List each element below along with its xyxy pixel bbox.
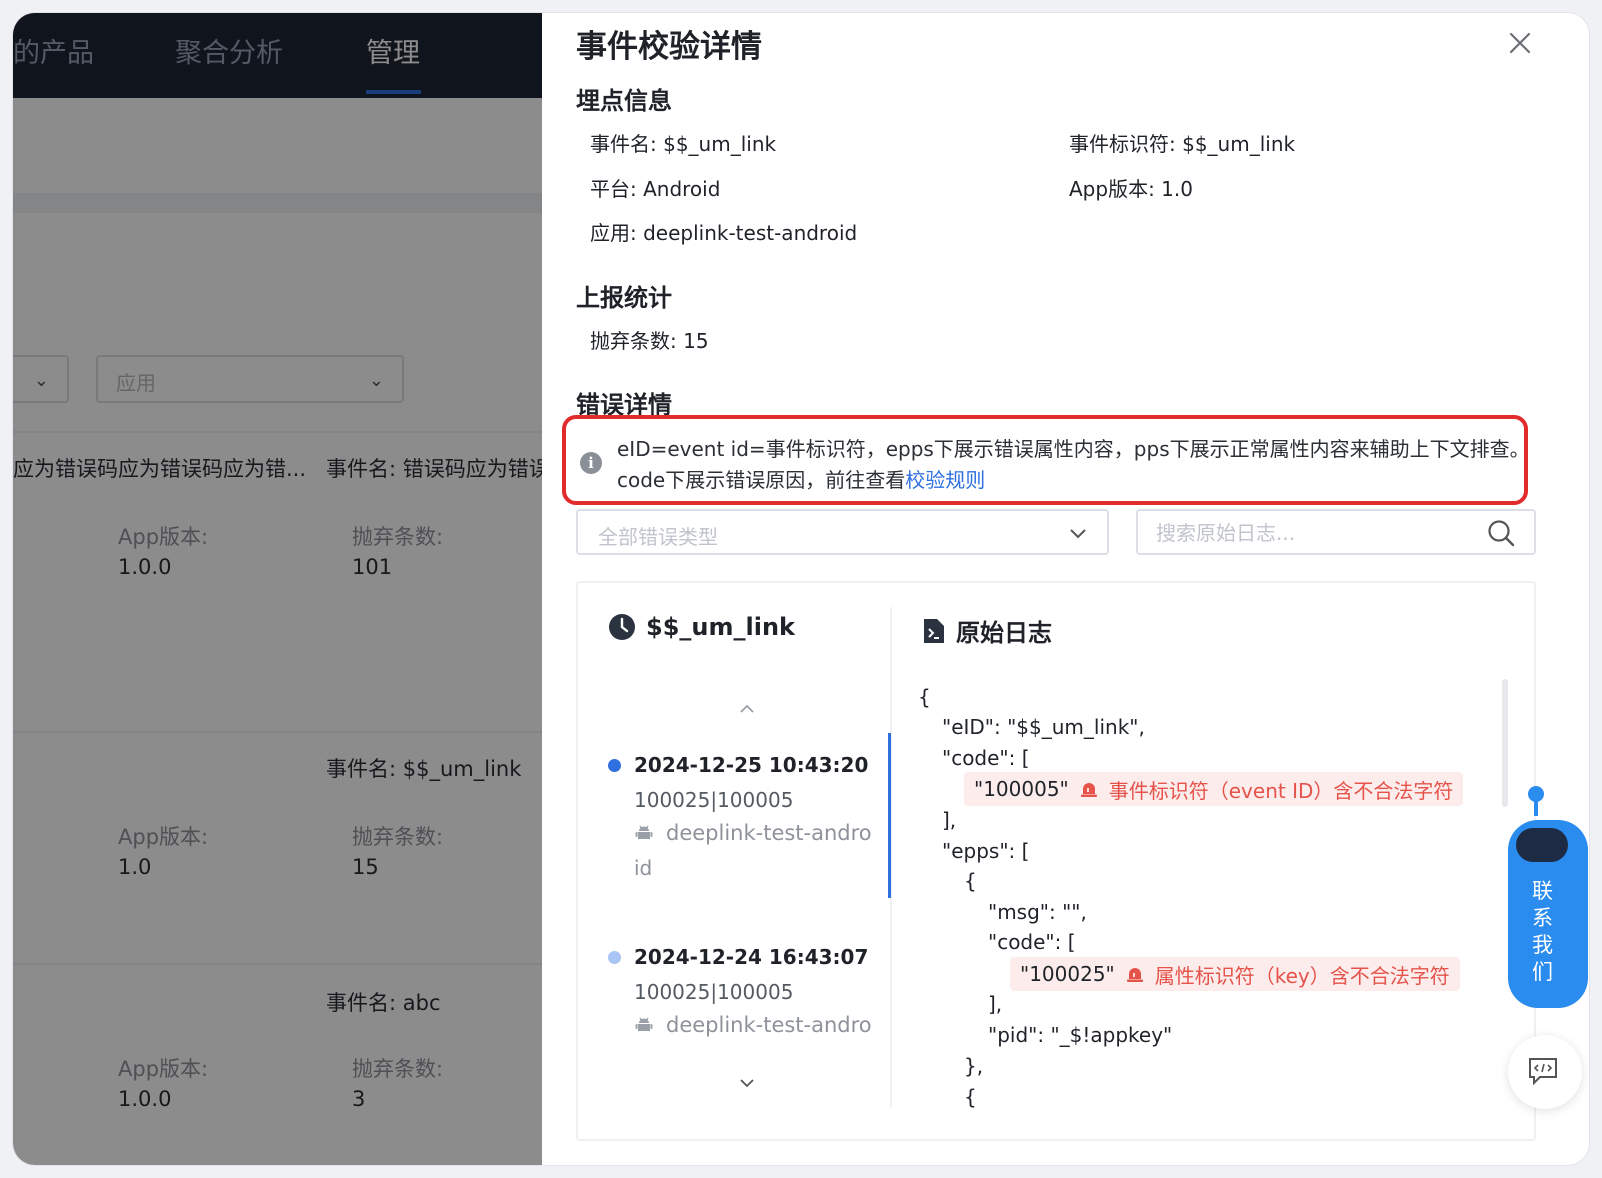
log-line: }, bbox=[964, 1054, 984, 1078]
log-line: { bbox=[964, 869, 977, 893]
chevron-down-icon bbox=[1069, 520, 1087, 545]
error-type-placeholder: 全部错误类型 bbox=[598, 525, 718, 549]
alarm-icon bbox=[1126, 968, 1143, 982]
log-line: ], bbox=[942, 808, 957, 832]
error-code-value: "100005" bbox=[974, 777, 1069, 801]
error-info-alert: i eID=event id=事件标识符，epps下展示错误属性内容，pps下展… bbox=[562, 415, 1530, 505]
contact-us-label: 联系我们 bbox=[1532, 879, 1553, 984]
error-code-value: "100025" bbox=[1020, 962, 1115, 986]
log-line: "eID": "$$_um_link", bbox=[942, 715, 1145, 739]
close-icon bbox=[1509, 32, 1531, 54]
android-icon bbox=[635, 1017, 653, 1031]
log-line: "msg": "", bbox=[988, 900, 1087, 924]
event-detail-drawer: 事件校验详情 埋点信息 事件名: $$_um_link 事件标识符: $$_um… bbox=[542, 13, 1589, 1165]
error-type-select[interactable]: 全部错误类型 bbox=[576, 509, 1109, 555]
log-panel-title: 原始日志 bbox=[956, 619, 1052, 647]
log-panel-header: 原始日志 bbox=[922, 613, 1052, 648]
log-line: "code": [ bbox=[988, 930, 1076, 954]
scroll-down-button[interactable] bbox=[739, 1069, 755, 1093]
active-event-indicator bbox=[888, 733, 891, 898]
event-app-name: deeplink-test-andro bbox=[666, 1013, 872, 1037]
info-icon: i bbox=[580, 452, 602, 474]
log-line: "pid": "_$!appkey" bbox=[988, 1023, 1173, 1047]
robot-icon bbox=[1516, 828, 1568, 862]
log-line: { bbox=[918, 685, 931, 709]
alarm-icon bbox=[1080, 783, 1097, 797]
alert-line-1: eID=event id=事件标识符，epps下展示错误属性内容，pps下展示正… bbox=[617, 437, 1530, 461]
validation-rules-link[interactable]: 校验规则 bbox=[905, 468, 985, 492]
drawer-title: 事件校验详情 bbox=[576, 29, 762, 65]
log-error-highlight: "100005" 事件标识符（event ID）含不合法字符 bbox=[964, 772, 1464, 806]
info-event-id: 事件标识符: $$_um_link bbox=[1069, 132, 1296, 156]
close-button[interactable] bbox=[1502, 25, 1538, 61]
log-error-highlight: "100025" 属性标识符（key）含不合法字符 bbox=[1010, 957, 1460, 991]
log-search-input[interactable] bbox=[1156, 519, 1476, 547]
event-app-name-wrap: id bbox=[634, 856, 653, 880]
log-panel: $$_um_link 2024-12-25 10:43:20 100025|10… bbox=[576, 581, 1536, 1141]
scroll-up-button[interactable] bbox=[739, 695, 755, 719]
error-message: 属性标识符（key）含不合法字符 bbox=[1154, 963, 1450, 988]
info-app-version: App版本: 1.0 bbox=[1069, 177, 1193, 201]
code-chat-icon bbox=[1529, 1058, 1557, 1085]
event-dot bbox=[608, 951, 621, 964]
events-panel-header: $$_um_link bbox=[608, 613, 795, 641]
event-active-dot bbox=[608, 759, 621, 772]
event-codes: 100025|100005 bbox=[634, 788, 794, 812]
log-line: ], bbox=[988, 992, 1003, 1016]
chevron-down-icon bbox=[740, 1079, 754, 1088]
clock-icon bbox=[609, 614, 635, 640]
event-app: deeplink-test-andro bbox=[634, 1013, 872, 1037]
log-line: "code": [ bbox=[942, 746, 1030, 770]
alert-line-2: code下展示错误原因，前往查看校验规则 bbox=[617, 464, 985, 493]
section-tracking-info: 埋点信息 bbox=[576, 87, 672, 115]
code-feedback-button[interactable] bbox=[1508, 1035, 1582, 1109]
error-message: 事件标识符（event ID）含不合法字符 bbox=[1108, 778, 1454, 803]
section-report-stats: 上报统计 bbox=[576, 284, 672, 312]
info-event-name: 事件名: $$_um_link bbox=[590, 132, 777, 156]
stat-discard: 抛弃条数: 15 bbox=[590, 329, 709, 353]
modal-overlay[interactable] bbox=[13, 13, 555, 1165]
event-time[interactable]: 2024-12-24 16:43:07 bbox=[634, 945, 868, 969]
android-icon bbox=[635, 825, 653, 839]
chevron-up-icon bbox=[740, 704, 754, 713]
alert-line-2-text: code下展示错误原因，前往查看 bbox=[617, 468, 906, 492]
log-search-box[interactable] bbox=[1136, 509, 1536, 555]
search-icon[interactable] bbox=[1486, 518, 1516, 548]
log-line: { bbox=[964, 1085, 977, 1109]
contact-us-widget[interactable]: 联系我们 bbox=[1508, 786, 1588, 1008]
raw-log-content: { "eID": "$$_um_link", "code": [ "100005… bbox=[918, 685, 1508, 1125]
event-app: deeplink-test-andro bbox=[634, 821, 872, 845]
events-panel-title: $$_um_link bbox=[646, 613, 795, 641]
info-platform: 平台: Android bbox=[590, 177, 721, 201]
app-window: 的产品 聚合分析 管理 ⌄ 应用 ⌄ 应为错误码应为错误码应为错... 事件名:… bbox=[13, 13, 1589, 1165]
terminal-file-icon bbox=[924, 618, 944, 643]
info-app: 应用: deeplink-test-android bbox=[590, 221, 858, 245]
event-codes: 100025|100005 bbox=[634, 980, 794, 1004]
log-line: "epps": [ bbox=[942, 839, 1030, 863]
event-time[interactable]: 2024-12-25 10:43:20 bbox=[634, 753, 868, 777]
event-app-name: deeplink-test-andro bbox=[666, 821, 872, 845]
